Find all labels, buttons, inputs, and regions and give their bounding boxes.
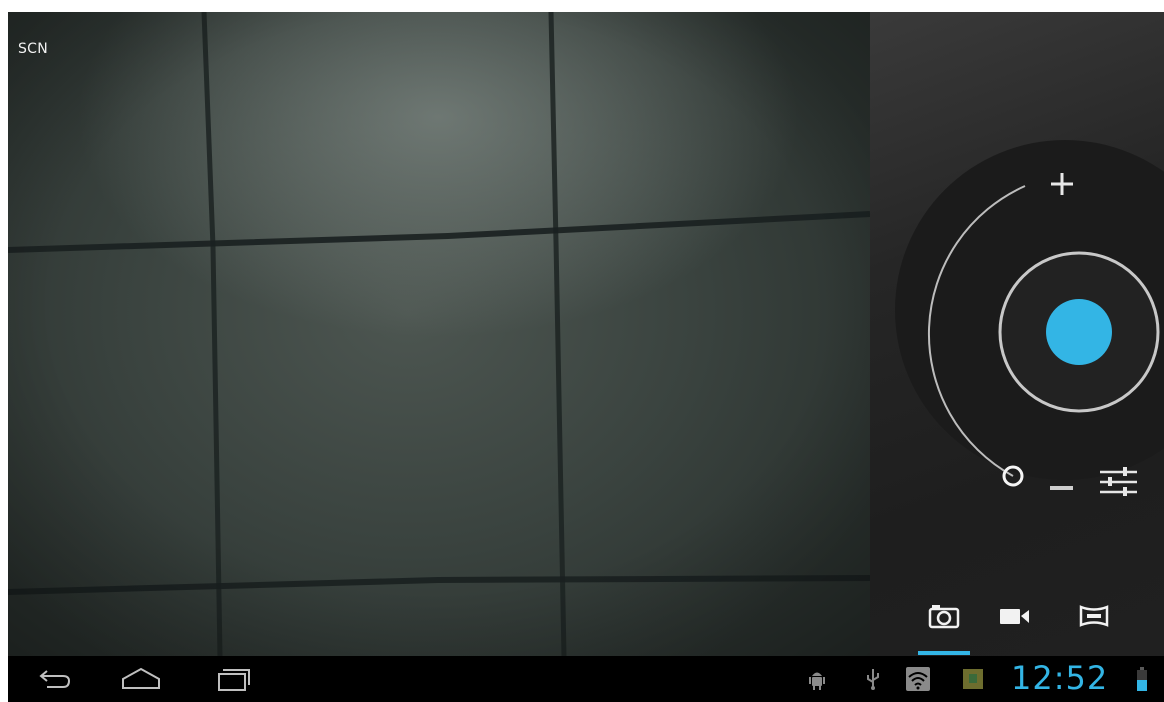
system-bar: 12:52 [8, 656, 1164, 702]
minus-icon[interactable] [1040, 472, 1080, 502]
shutter-dial [895, 140, 1164, 502]
video-mode-button[interactable] [984, 592, 1044, 640]
scene-mode-label[interactable]: SCN [18, 41, 48, 57]
panorama-icon [1079, 605, 1109, 627]
mode-switcher [870, 592, 1164, 656]
usb-status[interactable] [859, 666, 887, 692]
selected-mode-indicator [918, 651, 970, 655]
wifi-icon [906, 667, 930, 691]
back-icon [39, 670, 71, 688]
usb-icon [867, 669, 879, 690]
recent-apps-icon [218, 669, 250, 691]
battery-icon [1137, 667, 1147, 691]
plus-icon[interactable] [1043, 173, 1083, 211]
camera-control-panel [870, 12, 1164, 656]
status-clock[interactable]: 12:52 [1011, 656, 1108, 702]
battery-level-fill [1137, 680, 1147, 691]
device-screen: SCN 12:52 [8, 12, 1164, 702]
wifi-status[interactable] [904, 666, 932, 692]
sd-card-status[interactable] [959, 666, 987, 692]
battery-status[interactable] [1132, 666, 1152, 692]
panorama-mode-button[interactable] [1064, 592, 1124, 640]
home-icon [122, 667, 160, 689]
back-button[interactable] [20, 659, 90, 699]
android-debug-icon [809, 672, 825, 690]
viewfinder-scene [8, 12, 870, 656]
sd-card-icon [963, 669, 983, 689]
home-button[interactable] [106, 659, 176, 699]
android-debug-status[interactable] [803, 666, 831, 692]
sliders-icon[interactable] [1094, 464, 1138, 500]
camera-mode-button[interactable] [914, 592, 974, 640]
video-camera-icon [1000, 609, 1029, 624]
camera-viewfinder[interactable]: SCN [8, 12, 870, 656]
recent-apps-button[interactable] [198, 659, 268, 699]
camera-icon [928, 605, 960, 629]
shutter-button[interactable] [1046, 299, 1112, 365]
